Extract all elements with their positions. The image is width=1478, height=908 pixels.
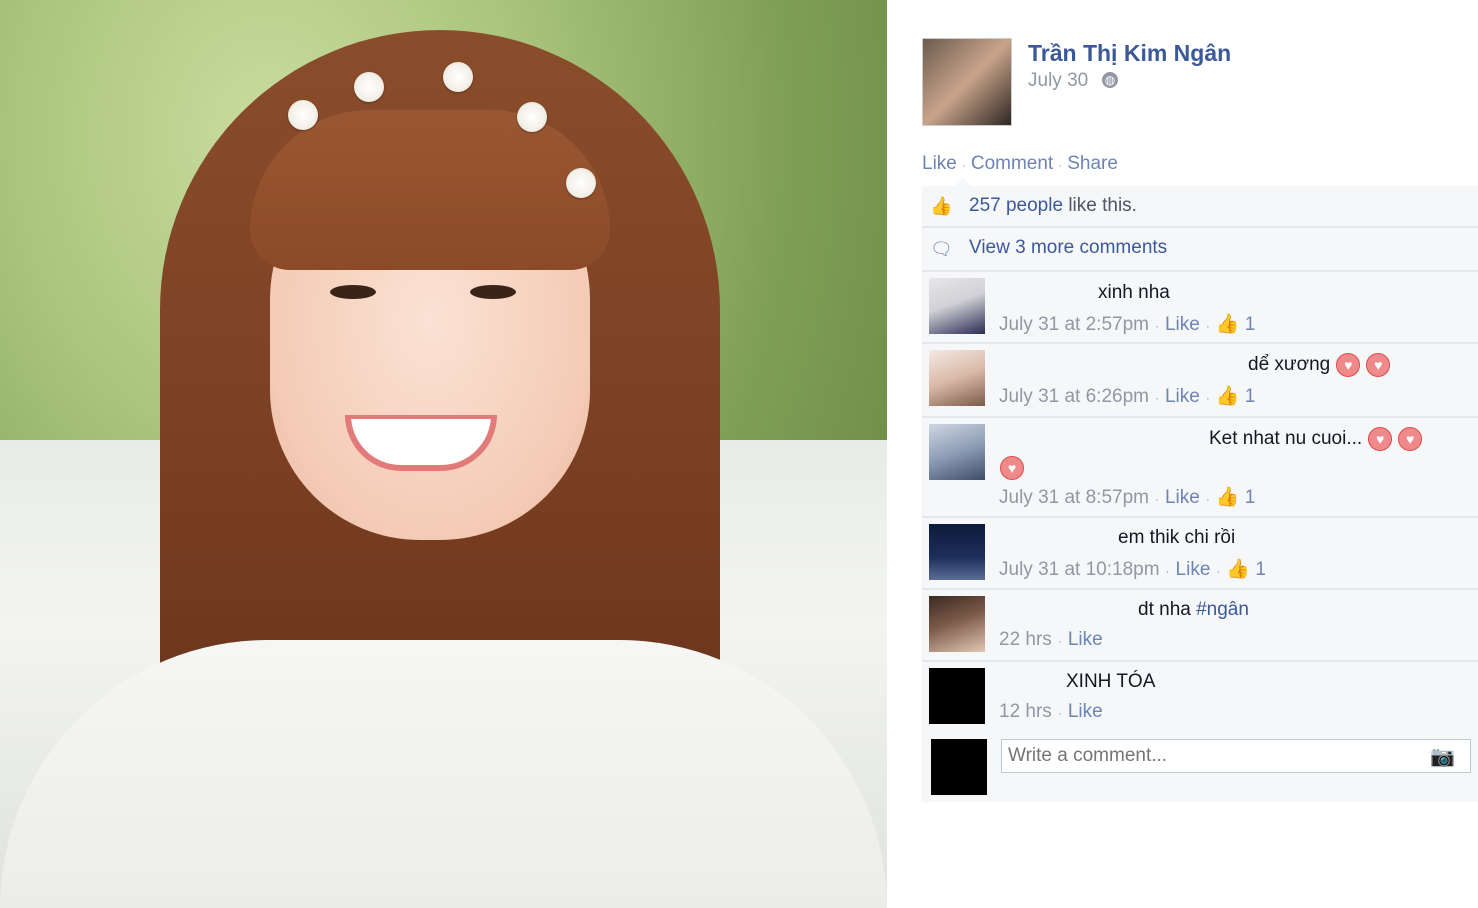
heart-emoticon: ♥ [1368, 427, 1393, 451]
separator: · [1205, 319, 1210, 333]
flower-crown-flower [288, 100, 318, 130]
heart-emoticon: ♥ [1000, 456, 1024, 480]
comment-text: dt nha [1138, 599, 1197, 620]
separator: · [1216, 564, 1221, 578]
flower-crown-flower [517, 102, 547, 132]
comment-time[interactable]: 22 hrs [999, 629, 1052, 650]
author-name[interactable]: Trần Thị Kim Ngân [1028, 40, 1231, 67]
photo-bangs [250, 110, 610, 270]
comment-item: XINH TÓA 12 hrs · Like [922, 662, 1478, 730]
camera-icon[interactable]: 📷 [1430, 744, 1455, 769]
comment-time[interactable]: July 31 at 8:57pm [999, 487, 1149, 508]
post-photo[interactable] [0, 0, 887, 908]
commenter-avatar[interactable] [929, 596, 985, 652]
thumbs-up-icon: 👍 [930, 196, 953, 216]
comment-time[interactable]: 12 hrs [999, 701, 1052, 722]
separator: · [1154, 492, 1159, 506]
comment-text: xinh nha [1098, 282, 1170, 303]
comment-text: Ket nhat nu cuoi... [1209, 428, 1363, 450]
comment-like-count[interactable]: 1 [1245, 386, 1256, 407]
heart-emoticon: ♥ [1398, 427, 1423, 451]
comment-item: xinh nha July 31 at 2:57pm · Like · 👍 1 [922, 272, 1478, 344]
comment-like-count[interactable]: 1 [1245, 314, 1256, 335]
likes-count-link[interactable]: 257 people [969, 195, 1063, 216]
comment-meta: July 31 at 2:57pm · Like · 👍 1 [999, 312, 1255, 336]
speech-bubble-icon: 🗨 [930, 239, 953, 259]
comment-like-count[interactable]: 1 [1245, 487, 1256, 508]
heart-emoticon: ♥ [1366, 353, 1391, 377]
commenter-avatar[interactable] [929, 278, 985, 334]
photo-shirt [0, 640, 887, 908]
separator: · [1058, 158, 1063, 172]
separator: · [1057, 706, 1062, 720]
photo-eye-right [470, 285, 516, 299]
flower-crown-flower [354, 72, 384, 102]
separator: · [1154, 391, 1159, 405]
flower-crown-flower [443, 62, 473, 92]
likes-row: 👍 257 people like this. [922, 186, 1478, 228]
comment-text-wrapper: dể xương ♥ ♥ [1248, 353, 1391, 377]
comment-meta: July 31 at 8:57pm · Like · 👍 1 [999, 485, 1255, 509]
comment-like-button[interactable]: Like [1165, 487, 1200, 508]
globe-icon: ◍ [1102, 72, 1118, 88]
comments-notch [955, 178, 971, 186]
separator: · [1165, 564, 1170, 578]
separator: · [961, 158, 966, 172]
comment-text: dể xương [1248, 354, 1331, 376]
share-button[interactable]: Share [1067, 153, 1118, 174]
thumbs-up-icon: 👍 [1215, 314, 1240, 335]
separator: · [1205, 492, 1210, 506]
separator: · [1057, 634, 1062, 648]
view-more-comments-row[interactable]: 🗨 View 3 more comments [922, 228, 1478, 272]
hashtag-link[interactable]: #ngân [1196, 599, 1249, 620]
comment-meta: July 31 at 6:26pm · Like · 👍 1 [999, 384, 1255, 408]
write-comment-input[interactable] [1001, 739, 1471, 773]
comment-like-button[interactable]: Like [1165, 314, 1200, 335]
comment-like-count[interactable]: 1 [1255, 559, 1266, 580]
comment-like-button[interactable]: Like [1068, 629, 1103, 650]
current-user-avatar [931, 739, 987, 795]
thumbs-up-icon: 👍 [1226, 559, 1251, 580]
post-actions: Like · Comment · Share [922, 153, 1118, 175]
comment-text: XINH TÓA [1066, 671, 1156, 692]
comment-time[interactable]: July 31 at 6:26pm [999, 386, 1149, 407]
separator: · [1154, 319, 1159, 333]
likes-suffix: like this. [1063, 195, 1137, 216]
comment-item: em thik chi rồi July 31 at 10:18pm · Like ·… [922, 518, 1478, 590]
post-date[interactable]: July 30 [1028, 70, 1088, 92]
comment-button[interactable]: Comment [971, 153, 1053, 174]
comment-meta: 22 hrs · Like [999, 629, 1103, 651]
comment-meta: 12 hrs · Like [999, 701, 1103, 723]
commenter-avatar[interactable] [929, 424, 985, 480]
commenter-avatar[interactable] [929, 668, 985, 724]
comment-text: em thik chi rồi [1118, 527, 1236, 548]
view-more-comments-link[interactable]: View 3 more comments [969, 237, 1167, 259]
heart-emoticon: ♥ [1336, 353, 1361, 377]
photo-eye-left [330, 285, 376, 299]
flower-crown-flower [566, 168, 596, 198]
thumbs-up-icon: 👍 [1215, 386, 1240, 407]
write-comment-row: 📷 [922, 730, 1478, 802]
like-button[interactable]: Like [922, 153, 957, 174]
comment-like-button[interactable]: Like [1176, 559, 1211, 580]
comment-time[interactable]: July 31 at 10:18pm [999, 559, 1160, 580]
comment-meta: July 31 at 10:18pm · Like · 👍 1 [999, 557, 1266, 581]
comment-item: dể xương ♥ ♥ July 31 at 6:26pm · Like · 👍 1 [922, 344, 1478, 418]
comment-text-wrapper: Ket nhat nu cuoi... ♥ ♥ [1209, 427, 1423, 451]
comment-like-button[interactable]: Like [1165, 386, 1200, 407]
comment-item: Ket nhat nu cuoi... ♥ ♥ ♥ July 31 at 8:57p… [922, 418, 1478, 518]
commenter-avatar[interactable] [929, 524, 985, 580]
thumbs-up-icon: 👍 [1215, 487, 1240, 508]
comment-time[interactable]: July 31 at 2:57pm [999, 314, 1149, 335]
separator: · [1205, 391, 1210, 405]
comment-text-wrapper: dt nha #ngân [1138, 599, 1249, 621]
comment-like-button[interactable]: Like [1068, 701, 1103, 722]
author-avatar[interactable] [922, 38, 1012, 126]
likes-summary: 257 people like this. [969, 195, 1137, 217]
commenter-avatar[interactable] [929, 350, 985, 406]
comment-item: dt nha #ngân 22 hrs · Like [922, 590, 1478, 662]
